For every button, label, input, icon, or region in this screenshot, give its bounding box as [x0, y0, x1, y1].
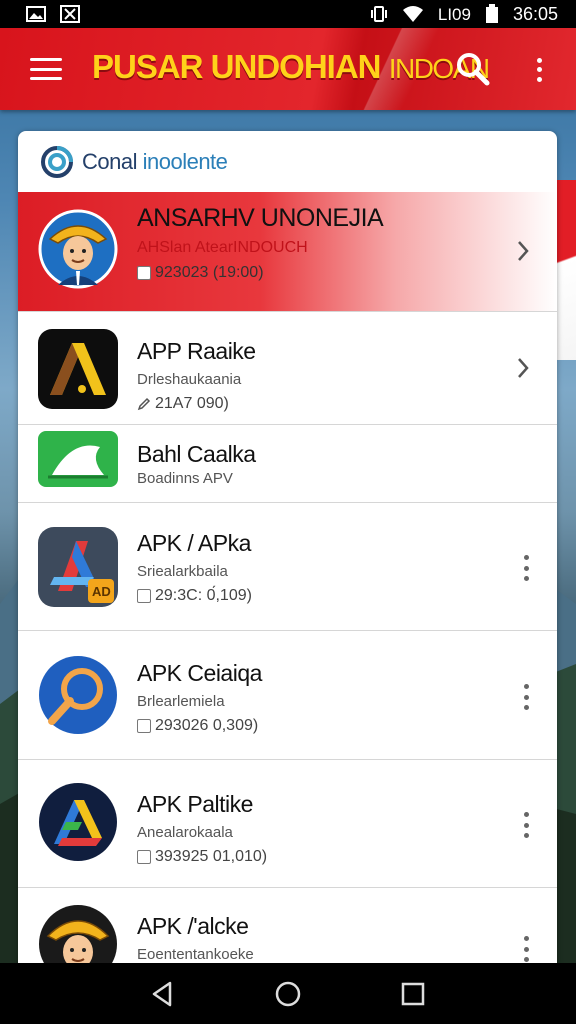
list-item[interactable]: APK Paltike Anealarokaala 393925 01,010): [18, 759, 557, 887]
bahl-caalka-icon: [38, 431, 118, 487]
card-title-part2: inoolente: [142, 148, 228, 174]
more-vert-icon[interactable]: [521, 555, 531, 581]
recents-icon[interactable]: [398, 979, 428, 1009]
app-raaike-icon: [38, 329, 118, 409]
item-subtitle: Eoententankoeke: [137, 946, 254, 963]
item-text: APK / APka Sriealarkbaila 29:3C: 0́,109): [137, 530, 252, 605]
x-icon: [60, 5, 80, 23]
item-meta-text: 923023 (19:00): [155, 264, 264, 281]
status-bar: LI09 36:05: [0, 0, 576, 28]
item-text: APK /'alcke Eoententankoeke: [137, 913, 254, 963]
home-icon[interactable]: [273, 979, 303, 1009]
checkbox-icon[interactable]: [137, 850, 151, 864]
item-meta-text: 393925 01,010): [155, 848, 268, 865]
item-meta-text: 293026 0,309): [155, 717, 259, 734]
edit-icon: [137, 397, 151, 411]
app-bar: PUSAR UNDOHIAN INDOAN: [0, 28, 576, 110]
item-subtitle: AHSlan AtearINDOUCH: [137, 239, 308, 256]
checkbox-icon[interactable]: [137, 589, 151, 603]
ad-badge: AD: [92, 584, 111, 599]
item-meta: 923023 (19:00): [137, 264, 383, 282]
item-title: APK Ceiaiqa: [137, 660, 262, 686]
wifi-icon: [402, 6, 423, 22]
item-meta: 21A7 090): [137, 395, 256, 413]
character-icon: [39, 905, 117, 971]
hamburger-icon[interactable]: [26, 52, 66, 86]
item-title: APK /'alcke: [137, 913, 249, 939]
signal-text: LI09: [437, 4, 471, 24]
more-vert-icon[interactable]: [521, 684, 531, 710]
item-text: APK Paltike Anealarokaala 393925 01,010): [137, 791, 267, 866]
item-text: APK Ceiaiqa Brlearlemiela 293026 0,309): [137, 660, 262, 735]
gallery-icon: [26, 6, 46, 22]
item-title: APK / APka: [137, 530, 251, 556]
status-time: 36:05: [512, 3, 558, 24]
item-meta: 393925 01,010): [137, 848, 267, 866]
apk-paltike-icon: [39, 783, 117, 861]
apk-list-card: Conal inoolente ANSARHV UNONEJIA AHSlan …: [18, 131, 557, 971]
item-text: Bahl Caalka Boadinns APV: [137, 441, 256, 487]
featured-text: ANSARHV UNONEJIA AHSlan AtearINDOUCH 923…: [137, 204, 384, 282]
list-item[interactable]: APK Ceiaiqa Brlearlemiela 293026 0,309): [18, 630, 557, 759]
item-meta-text: 21A7 090): [155, 395, 229, 412]
checkbox-icon[interactable]: [137, 266, 151, 280]
item-subtitle: Brlearlemiela: [137, 693, 225, 710]
item-subtitle: Sriealarkbaila: [137, 563, 228, 580]
chevron-right-icon[interactable]: [515, 239, 531, 263]
item-title: Bahl Caalka: [137, 441, 256, 467]
battery-icon: [485, 4, 498, 23]
channel-logo-icon: [41, 145, 73, 178]
chevron-right-icon[interactable]: [515, 356, 531, 380]
checkbox-icon[interactable]: [137, 719, 151, 733]
card-header: Conal inoolente: [18, 131, 557, 192]
item-subtitle: Drleshaukaania: [137, 371, 242, 388]
item-subtitle: Boadinns APV: [137, 470, 233, 487]
item-text: APP Raaike Drleshaukaania 21A7 090): [137, 338, 256, 413]
indonesian-character-icon: [38, 209, 118, 289]
item-meta-text: 29:3C: 0́,109): [155, 587, 252, 604]
back-icon[interactable]: [148, 979, 178, 1009]
vibrate-icon: [370, 6, 387, 22]
search-icon[interactable]: [454, 50, 492, 88]
list-item[interactable]: Bahl Caalka Boadinns APV: [18, 424, 557, 502]
item-title: ANSARHV UNONEJIA: [137, 204, 384, 232]
item-title: APP Raaike: [137, 338, 256, 364]
list-item[interactable]: AD APK / APka Sriealarkbaila 29:3C: 0́,1…: [18, 502, 557, 630]
app-title: PUSAR UNDOHIAN INDOAN: [92, 48, 490, 86]
app-title-main: PUSAR UNDOHIAN: [92, 48, 382, 85]
item-meta: 293026 0,309): [137, 717, 262, 735]
navigation-bar: [0, 963, 576, 1024]
more-vert-icon[interactable]: [521, 812, 531, 838]
list-item[interactable]: APP Raaike Drleshaukaania 21A7 090): [18, 311, 557, 424]
more-vert-icon[interactable]: [521, 936, 531, 962]
card-title: Conal inoolente: [82, 148, 228, 175]
item-meta: 29:3C: 0́,109): [137, 587, 252, 605]
card-title-part1: Conal: [82, 148, 137, 174]
more-vert-icon[interactable]: [528, 50, 550, 90]
item-subtitle: Anealarokaala: [137, 824, 233, 841]
list-item-featured[interactable]: ANSARHV UNONEJIA AHSlan AtearINDOUCH 923…: [18, 192, 557, 311]
apk-search-icon: [39, 656, 117, 734]
list-item[interactable]: APK /'alcke Eoententankoeke: [18, 887, 557, 971]
item-title: APK Paltike: [137, 791, 253, 817]
